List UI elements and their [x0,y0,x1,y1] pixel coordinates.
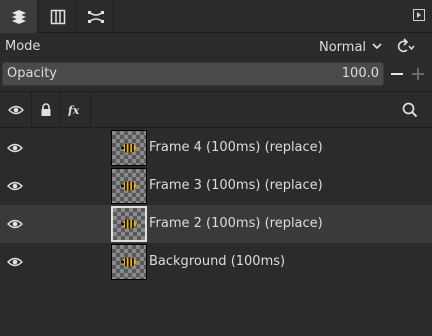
layer-name[interactable]: Frame 4 (100ms) (replace) [149,140,323,155]
mode-row: Mode Normal [0,34,432,60]
opacity-slider[interactable]: Opacity 100.0 [2,62,384,86]
opacity-label: Opacity [7,66,58,81]
header-lock-column[interactable] [32,92,60,127]
visibility-icon [7,105,24,114]
visibility-icon [7,181,23,191]
bee-thumbnail-icon [120,181,136,191]
search-icon [402,102,418,117]
layer-name[interactable]: Frame 2 (100ms) (replace) [149,216,323,231]
configure-menu-icon [413,9,425,21]
layer-name[interactable]: Frame 3 (100ms) (replace) [149,178,323,193]
header-visibility-column[interactable] [0,92,31,127]
header-effects-column[interactable]: fx [61,92,90,127]
svg-text:fx: fx [68,104,80,116]
tab-channels[interactable] [39,0,76,33]
visibility-icon [7,257,23,267]
layer-visibility-toggle[interactable] [6,254,24,270]
bee-thumbnail-icon [120,257,136,267]
visibility-icon [7,143,23,153]
layer-thumbnail[interactable] [111,206,147,242]
opacity-row: Opacity 100.0 [0,61,432,87]
channels-icon [50,9,65,24]
paths-icon [87,10,104,23]
opacity-decrease-button[interactable] [388,64,406,84]
visibility-icon [7,219,23,229]
tab-layers[interactable] [0,0,37,33]
bee-thumbnail-icon [120,143,136,153]
layer-row[interactable]: Background (100ms) [0,243,432,281]
mode-dropdown[interactable]: Normal [316,34,388,60]
minus-icon [391,73,403,75]
layer-visibility-toggle[interactable] [6,140,24,156]
chevron-down-icon [372,43,382,50]
layer-thumbnail[interactable] [111,168,147,204]
opacity-value: 100.0 [341,66,379,81]
dock-tab-bar [0,0,432,33]
layer-thumbnail[interactable] [111,244,147,280]
opacity-increase-button[interactable] [409,64,427,84]
layers-icon [11,9,26,24]
layer-name[interactable]: Background (100ms) [149,254,285,269]
bee-thumbnail-icon [120,219,136,229]
dock-menu-button[interactable] [412,8,426,22]
reset-mode-icon [397,38,415,53]
mode-label: Mode [5,39,41,54]
lock-icon [41,102,51,116]
tab-paths[interactable] [77,0,114,33]
mode-value: Normal [319,39,367,55]
mode-reset-button[interactable] [394,36,430,58]
layer-row[interactable]: Frame 3 (100ms) (replace) [0,167,432,205]
layer-visibility-toggle[interactable] [6,178,24,194]
search-layers-button[interactable] [398,92,422,127]
plus-icon [412,68,424,80]
layers-list-header: fx [0,91,432,128]
effects-fx-icon: fx [68,104,80,116]
layer-row[interactable]: Frame 4 (100ms) (replace) [0,129,432,167]
layer-visibility-toggle[interactable] [6,216,24,232]
layer-row-selected[interactable]: Frame 2 (100ms) (replace) [0,205,432,243]
layer-thumbnail[interactable] [111,130,147,166]
